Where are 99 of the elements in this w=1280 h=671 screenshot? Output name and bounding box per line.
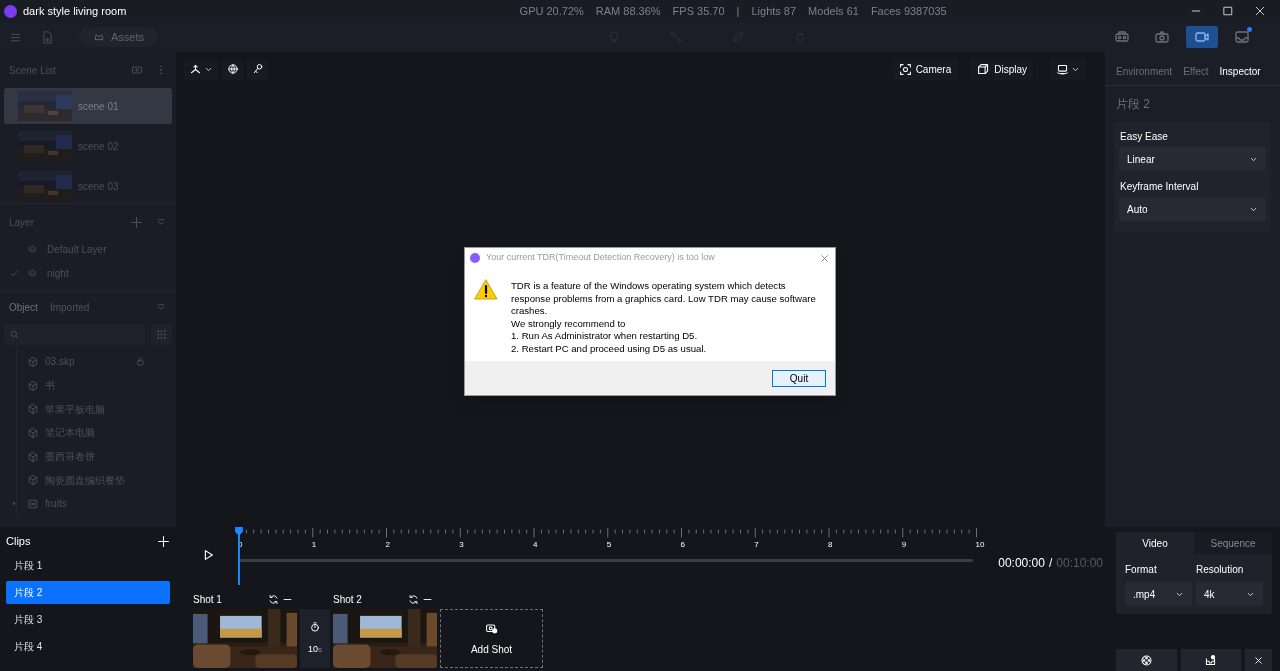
globe-icon	[226, 63, 239, 75]
tick-label: 5	[606, 539, 612, 551]
stat-text: Lights 87	[751, 3, 797, 19]
object-tab[interactable]: Object	[9, 299, 38, 315]
dropdown[interactable]: 4k	[1196, 582, 1263, 606]
clip-item[interactable]: 片段 4	[6, 635, 170, 658]
group-icon	[27, 497, 39, 510]
pin-tool-button[interactable]	[247, 58, 268, 80]
warning-icon	[474, 278, 498, 302]
field-label: Format	[1125, 562, 1158, 577]
total-time: 00:10:00	[1056, 555, 1103, 572]
field-label: Resolution	[1196, 562, 1245, 577]
layer-icon	[27, 267, 38, 279]
export-box-icon	[1204, 653, 1218, 667]
expand-arrow-icon	[11, 500, 18, 508]
monitor-icon	[1056, 62, 1069, 76]
layer-icon	[27, 243, 38, 255]
tick-label: 0	[238, 539, 243, 551]
panel-tab[interactable]: Environment	[1116, 64, 1173, 79]
quit-button[interactable]: Quit	[772, 369, 826, 387]
tick-label: 4	[533, 539, 538, 551]
tray-icon	[1234, 29, 1250, 45]
cube-outline-icon	[977, 62, 991, 76]
cube-icon	[27, 450, 39, 463]
crown-icon	[93, 31, 105, 43]
tick-label: 9	[901, 539, 907, 551]
camera-icon	[1154, 29, 1170, 45]
clip-item[interactable]: 片段 1	[6, 554, 170, 577]
shot-label: Shot 2	[333, 593, 363, 607]
export-button[interactable]	[1180, 649, 1242, 671]
tick-label: 2	[385, 539, 390, 551]
transition-card[interactable]: 10s	[300, 609, 330, 668]
scene-item[interactable]: scene 01	[4, 88, 172, 124]
stat-text: RAM 88.36%	[595, 3, 661, 19]
refresh-icon[interactable]	[268, 594, 279, 605]
dropdown[interactable]: Linear	[1119, 147, 1266, 171]
current-time: 00:00:00	[998, 555, 1045, 572]
panel-title: Clips	[6, 533, 32, 549]
close-button[interactable]	[1245, 649, 1272, 671]
vr-headset-icon	[1114, 29, 1130, 45]
dialog-message: 2. Restart PC and proceed using D5 as usual.	[511, 342, 708, 356]
tick-label: 10	[975, 539, 985, 551]
stat-text: FPS 35.70	[672, 3, 725, 19]
cube-icon	[27, 379, 39, 392]
time-separator: /	[1048, 555, 1053, 572]
window-title: dark style living room	[23, 3, 127, 19]
refresh-icon[interactable]	[408, 594, 419, 605]
display-button[interactable]: Display	[971, 58, 1033, 80]
camera-focus-icon	[898, 62, 912, 76]
add-shot-button[interactable]: Add Shot	[440, 609, 543, 668]
search-field[interactable]	[4, 324, 145, 345]
field-label: Keyframe Interval	[1119, 180, 1200, 194]
clip-item[interactable]: 片段 2	[6, 581, 170, 604]
shot-label: Shot 1	[193, 593, 223, 607]
dropdown[interactable]: .mp4	[1125, 582, 1192, 606]
cube-icon	[27, 474, 39, 487]
camera-button[interactable]: Camera	[892, 58, 958, 80]
duration-text: 10s	[308, 642, 322, 656]
film-reel-icon	[1139, 653, 1153, 667]
app-logo-icon	[470, 253, 480, 263]
stat-text: Models 61	[808, 3, 859, 19]
cube-icon	[27, 403, 39, 416]
render-button[interactable]	[1116, 649, 1177, 671]
playhead-icon[interactable]	[234, 527, 244, 585]
axis-button[interactable]	[184, 58, 218, 80]
tick-label: 6	[680, 539, 685, 551]
app-logo-icon	[4, 4, 17, 18]
stat-text: GPU 20.72%	[519, 3, 584, 19]
stopwatch-icon	[309, 620, 321, 633]
tick-label: 1	[311, 539, 317, 551]
search-icon	[9, 329, 20, 340]
clip-item[interactable]: 片段 3	[6, 608, 170, 631]
close-icon[interactable]	[1254, 5, 1266, 17]
tick-label: 7	[754, 539, 759, 551]
video-camera-icon	[1194, 29, 1210, 45]
field-label: Easy Ease	[1119, 130, 1169, 144]
view-mode-button[interactable]	[1051, 58, 1085, 80]
close-icon	[1253, 654, 1265, 666]
dialog-message: TDR is a feature of the Windows operating system which detects response problems from a graphics card. Low TDR may cause software crashes.	[511, 280, 817, 318]
dropdown[interactable]: Auto	[1119, 197, 1266, 221]
add-scene-icon[interactable]	[131, 64, 143, 76]
tick-label: 3	[459, 539, 464, 551]
maximize-icon[interactable]	[1222, 5, 1234, 17]
cube-icon	[27, 426, 39, 439]
mode-button[interactable]	[1186, 26, 1218, 48]
clip-title: 片段 2	[1115, 96, 1151, 113]
tick-label: 8	[828, 539, 833, 551]
export-tab[interactable]: Sequence	[1194, 532, 1272, 554]
panel-tab[interactable]: Effect	[1183, 64, 1209, 79]
globe-button[interactable]	[222, 58, 243, 80]
dialog-message: 1. Run As Administrator when restarting D5.	[511, 330, 699, 343]
cube-icon	[27, 355, 39, 368]
axis-icon	[189, 62, 202, 76]
dialog-message: We strongly recommend to	[511, 317, 627, 331]
stat-text: |	[736, 3, 740, 19]
panel-tab[interactable]: Inspector	[1219, 64, 1261, 79]
dialog-title: Your current TDR(Timeout Detection Recovery) is too low	[486, 251, 716, 265]
assets-button[interactable]: Assets	[79, 27, 158, 47]
stat-text: Faces 9387035	[870, 3, 947, 19]
